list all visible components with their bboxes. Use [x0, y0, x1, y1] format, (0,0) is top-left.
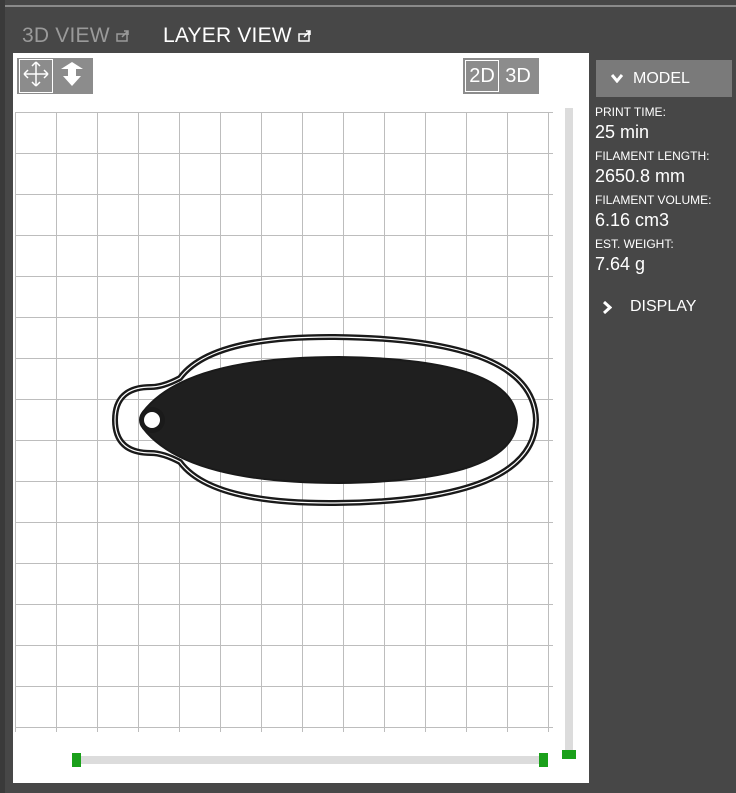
tab-layer-view[interactable]: LAYER VIEW	[163, 24, 312, 48]
layer-slider-handle[interactable]	[562, 750, 576, 759]
external-link-icon[interactable]	[116, 24, 130, 48]
tab-3d-view-label: 3D VIEW	[22, 24, 110, 47]
view-mode-toolbar: 2D 3D	[463, 58, 539, 94]
display-button[interactable]: DISPLAY	[603, 298, 696, 316]
path-slider-start-handle[interactable]	[72, 753, 81, 767]
print-time-value: 25 min	[595, 122, 650, 142]
filament-length-label: FILAMENT LENGTH:	[595, 149, 710, 163]
left-border	[0, 0, 5, 793]
display-button-label: DISPLAY	[630, 298, 697, 315]
move-arrows-icon	[22, 60, 50, 93]
external-link-icon[interactable]	[298, 24, 312, 48]
print-time-label: PRINT TIME:	[595, 105, 666, 119]
est-weight-value: 7.64 g	[595, 254, 646, 274]
print-layer-toolpath	[111, 333, 540, 507]
chevron-right-icon	[603, 300, 612, 314]
info-panel: MODEL PRINT TIME: 25 min FILAMENT LENGTH…	[589, 53, 736, 793]
drop-to-bed-button[interactable]	[55, 59, 89, 93]
tab-layer-view-label: LAYER VIEW	[163, 24, 292, 47]
filament-volume-label: FILAMENT VOLUME:	[595, 193, 712, 207]
top-border	[0, 5, 736, 7]
filament-volume-value: 6.16 cm3	[595, 210, 670, 230]
model-button[interactable]: MODEL	[596, 60, 732, 97]
view-3d-button[interactable]: 3D	[501, 60, 535, 92]
transform-toolbar	[17, 58, 93, 94]
layer-viewport[interactable]: 2D 3D	[13, 53, 589, 783]
path-slider-end-handle[interactable]	[539, 753, 548, 767]
drop-to-bed-icon	[58, 60, 86, 93]
view-2d-button[interactable]: 2D	[465, 60, 499, 92]
tab-3d-view[interactable]: 3D VIEW	[22, 24, 130, 48]
path-slider-track[interactable]	[79, 756, 545, 764]
layer-canvas[interactable]	[15, 112, 553, 732]
chevron-down-icon	[611, 74, 623, 83]
move-button[interactable]	[19, 59, 53, 93]
layer-slider-track[interactable]	[565, 108, 573, 756]
model-button-label: MODEL	[633, 69, 690, 87]
filament-length-value: 2650.8 mm	[595, 166, 686, 186]
est-weight-label: EST. WEIGHT:	[595, 237, 674, 251]
